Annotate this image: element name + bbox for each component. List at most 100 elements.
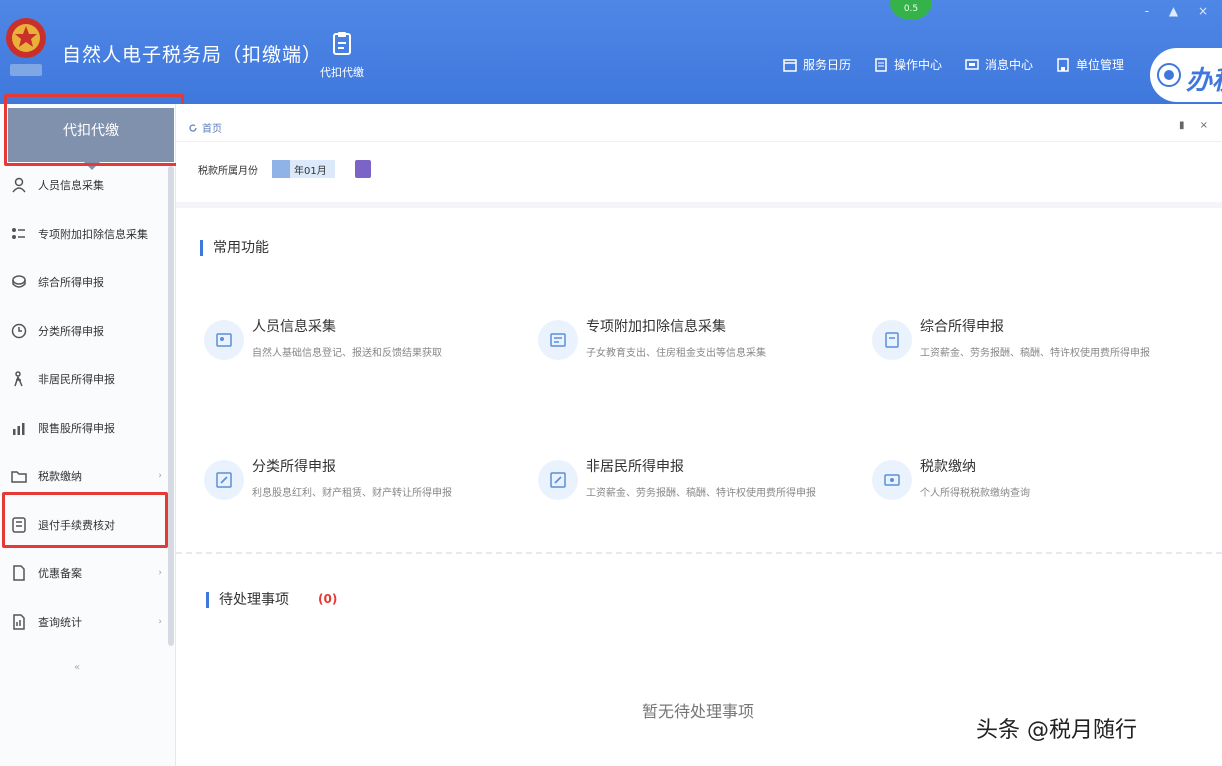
main-content: 首页 ▮ × 税款所属月份 年01月 常用功能 人员信息采集 自然人基础信息登记… xyxy=(176,104,1222,766)
sidebar-item-label: 查询统计 xyxy=(38,615,82,629)
pending-count-badge: (0) xyxy=(318,592,338,606)
calendar-icon xyxy=(783,58,797,72)
card-classified-income[interactable]: 分类所得申报 利息股息红利、财产租赁、财产转让所得申报 xyxy=(204,456,524,516)
nav-unit-management[interactable]: 单位管理 xyxy=(1055,56,1124,73)
sidebar-item-special-deduction[interactable]: 专项附加扣除信息采集 xyxy=(0,210,168,259)
clock-icon xyxy=(11,323,27,338)
message-icon xyxy=(965,58,979,70)
sidebar-item-label: 人员信息采集 xyxy=(38,179,104,193)
sidebar-header[interactable]: 代扣代缴 xyxy=(8,108,174,170)
nav-label: 消息中心 xyxy=(985,58,1034,72)
document-icon xyxy=(875,57,887,72)
card-comprehensive-income[interactable]: 综合所得申报 工资薪金、劳务报酬、稿酬、特许权使用费所得申报 xyxy=(872,316,1192,376)
card-desc: 个人所得税税款缴纳查询 xyxy=(920,488,1030,499)
card-title: 人员信息采集 xyxy=(252,319,336,335)
sidebar-item-preferential-filing[interactable]: 优惠备案 › xyxy=(0,549,168,598)
building-icon xyxy=(1057,57,1069,72)
card-desc: 工资薪金、劳务报酬、稿酬、特许权使用费所得申报 xyxy=(920,348,1150,359)
tax-emblem-icon xyxy=(6,18,46,76)
module-label: 代扣代缴 xyxy=(320,66,364,79)
office-button[interactable]: 办税 xyxy=(1150,48,1222,102)
sidebar-item-comprehensive-income[interactable]: 综合所得申报 xyxy=(0,258,168,307)
file-icon xyxy=(13,565,25,581)
chevron-right-icon: › xyxy=(158,568,162,579)
sidebar-item-label: 非居民所得申报 xyxy=(38,373,115,387)
person-walk-icon xyxy=(14,371,23,387)
sidebar-item-classified-income[interactable]: 分类所得申报 xyxy=(0,307,168,356)
sidebar-item-label: 税款缴纳 xyxy=(38,470,82,484)
refresh-icon xyxy=(189,123,197,132)
sidebar-item-query-statistics[interactable]: 查询统计 › xyxy=(0,598,168,647)
edit-icon xyxy=(204,460,244,500)
sidebar-item-label: 综合所得申报 xyxy=(38,276,104,290)
nav-operation-center[interactable]: 操作中心 xyxy=(873,56,942,73)
chat-icon xyxy=(1157,63,1181,87)
sidebar-item-label: 专项附加扣除信息采集 xyxy=(38,227,148,241)
period-year-block xyxy=(272,160,290,178)
section-title-pending: 待处理事项 xyxy=(206,592,289,608)
sidebar-item-nonresident-income[interactable]: 非居民所得申报 xyxy=(0,355,168,404)
report-icon xyxy=(872,320,912,360)
card-nonresident-income[interactable]: 非居民所得申报 工资薪金、劳务报酬、稿酬、特许权使用费所得申报 xyxy=(538,456,858,516)
tab-controls[interactable]: ▮ × xyxy=(1179,120,1214,131)
sidebar-item-refund-fee-check[interactable]: 退付手续费核对 xyxy=(0,501,168,550)
card-title: 分类所得申报 xyxy=(252,459,336,475)
section-title-common: 常用功能 xyxy=(200,240,269,256)
window-controls[interactable]: - ▲ × xyxy=(1145,4,1216,18)
sidebar-item-tax-payment[interactable]: 税款缴纳 › xyxy=(0,452,168,501)
card-desc: 利息股息红利、财产租赁、财产转让所得申报 xyxy=(252,488,452,499)
card-title: 专项附加扣除信息采集 xyxy=(586,319,726,335)
period-value: 年01月 xyxy=(294,165,327,177)
sidebar-item-label: 退付手续费核对 xyxy=(38,518,115,532)
chart-icon xyxy=(13,422,25,435)
period-selector[interactable]: 年01月 xyxy=(272,160,335,178)
card-title: 非居民所得申报 xyxy=(586,459,684,475)
clipboard-icon xyxy=(333,32,351,55)
card-desc: 工资薪金、劳务报酬、稿酬、特许权使用费所得申报 xyxy=(586,488,816,499)
folder-icon xyxy=(11,471,27,483)
app-title: 自然人电子税务局（扣缴端） xyxy=(62,44,323,66)
nav-label: 单位管理 xyxy=(1076,58,1125,72)
calendar-picker-button[interactable] xyxy=(354,160,371,178)
stats-icon xyxy=(13,614,25,630)
sidebar: 代扣代缴 人员信息采集 专项附加扣除信息采集 综合所得申报 分类所得申报 非居民… xyxy=(0,104,176,766)
card-special-deduction[interactable]: 专项附加扣除信息采集 子女教育支出、住房租金支出等信息采集 xyxy=(538,316,858,376)
period-label: 税款所属月份 xyxy=(198,165,258,177)
module-withholding[interactable]: 代扣代缴 xyxy=(312,30,372,80)
office-label: 办税 xyxy=(1186,66,1222,96)
deduction-icon xyxy=(538,320,578,360)
tab-bar: 首页 ▮ × xyxy=(176,112,1222,142)
tab-home[interactable]: 首页 xyxy=(188,120,222,135)
card-title: 综合所得申报 xyxy=(920,319,1004,335)
tab-home-label: 首页 xyxy=(202,124,222,135)
card-desc: 自然人基础信息登记、报送和反馈结果获取 xyxy=(252,348,442,359)
chevron-right-icon: › xyxy=(158,471,162,482)
chevron-right-icon: › xyxy=(158,616,162,627)
app-header: 自然人电子税务局（扣缴端） 代扣代缴 0.5 - ▲ × 服务日历 操作中心 消… xyxy=(0,0,1222,104)
status-indicator[interactable]: 0.5 xyxy=(890,0,932,20)
sidebar-item-personnel-info[interactable]: 人员信息采集 xyxy=(0,161,168,210)
payment-icon xyxy=(872,460,912,500)
receipt-icon xyxy=(12,517,26,533)
nav-label: 操作中心 xyxy=(894,58,943,72)
card-tax-payment[interactable]: 税款缴纳 个人所得税税款缴纳查询 xyxy=(872,456,1192,516)
sidebar-item-restricted-stock[interactable]: 限售股所得申报 xyxy=(0,404,168,453)
person-card-icon xyxy=(204,320,244,360)
sidebar-scrollbar[interactable] xyxy=(168,166,174,646)
sidebar-item-label: 限售股所得申报 xyxy=(38,421,115,435)
list-icon xyxy=(12,227,25,239)
nav-message-center[interactable]: 消息中心 xyxy=(964,56,1033,73)
coin-icon xyxy=(12,275,26,288)
nav-service-calendar[interactable]: 服务日历 xyxy=(782,56,851,73)
collapse-sidebar-icon[interactable]: « xyxy=(74,662,80,673)
sidebar-item-label: 优惠备案 xyxy=(38,567,82,581)
sidebar-item-label: 分类所得申报 xyxy=(38,324,104,338)
person-icon xyxy=(12,178,26,193)
card-desc: 子女教育支出、住房租金支出等信息采集 xyxy=(586,348,766,359)
sidebar-menu: 人员信息采集 专项附加扣除信息采集 综合所得申报 分类所得申报 非居民所得申报 … xyxy=(0,161,168,646)
section-divider xyxy=(176,202,1222,208)
card-title: 税款缴纳 xyxy=(920,459,976,475)
nav-label: 服务日历 xyxy=(803,58,852,72)
card-personnel-info[interactable]: 人员信息采集 自然人基础信息登记、报送和反馈结果获取 xyxy=(204,316,524,376)
dashed-divider xyxy=(176,552,1222,554)
